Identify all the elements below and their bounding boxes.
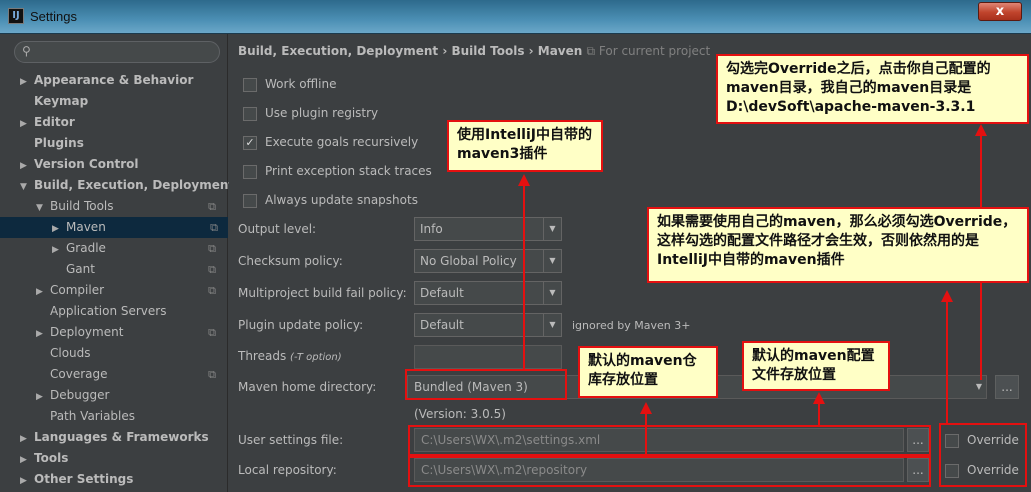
annotation-arrow xyxy=(813,392,825,425)
execute-goals-checkbox[interactable]: ✓ Execute goals recursively xyxy=(243,132,418,152)
sidebar-item-build-tools[interactable]: ▼ Build Tools ⧉ xyxy=(36,196,226,217)
copy-icon: ⧉ xyxy=(208,200,216,213)
dropdown-arrow-icon: ▼ xyxy=(543,218,561,240)
breadcrumb: Build, Execution, Deployment › Build Too… xyxy=(238,44,711,58)
sidebar-item-keymap[interactable]: Keymap xyxy=(34,91,88,112)
sidebar-item-editor[interactable]: ▶ Editor xyxy=(20,112,75,133)
always-update-checkbox[interactable]: Always update snapshots xyxy=(243,190,418,210)
sidebar-item-maven[interactable]: ▶ Maven ⧉ xyxy=(0,217,228,238)
copy-icon: ⧉ xyxy=(208,284,216,297)
sidebar-item-languages[interactable]: ▶ Languages & Frameworks xyxy=(20,427,209,448)
expand-arrow-icon: ▶ xyxy=(20,119,27,129)
sidebar-item-clouds[interactable]: Clouds xyxy=(50,343,91,364)
expand-arrow-icon: ▶ xyxy=(52,245,59,255)
expand-arrow-icon: ▶ xyxy=(52,224,59,234)
expand-arrow-icon: ▶ xyxy=(20,476,27,486)
annotation-arrow xyxy=(640,402,652,456)
annotation-arrow xyxy=(518,174,530,369)
expand-arrow-icon: ▶ xyxy=(36,392,43,402)
dropdown-arrow-icon: ▼ xyxy=(543,282,561,304)
plugin-update-note: ignored by Maven 3+ xyxy=(572,319,691,332)
sidebar-item-coverage[interactable]: Coverage ⧉ xyxy=(50,364,226,385)
annotation-note-top-right: 勾选完Override之后，点击你自己配置的maven目录，我自己的maven目… xyxy=(716,54,1029,124)
annotation-note-bundled: 使用IntelliJ中自带的maven3插件 xyxy=(447,120,603,172)
settings-sidebar: ⚲ ▶ Appearance & Behavior Keymap ▶ Editor … xyxy=(0,34,234,492)
expand-arrow-icon: ▶ xyxy=(20,161,27,171)
project-scope-label: ⧉ For current project xyxy=(586,44,711,58)
copy-icon: ⧉ xyxy=(208,242,216,255)
sidebar-item-version-control[interactable]: ▶ Version Control xyxy=(20,154,139,175)
copy-icon: ⧉ xyxy=(208,263,216,276)
bundled-highlight-box xyxy=(405,369,567,400)
window-title: Settings xyxy=(30,9,77,24)
repository-highlight-box xyxy=(408,456,931,487)
sidebar-item-application-servers[interactable]: Application Servers xyxy=(50,301,166,322)
sidebar-item-plugins[interactable]: Plugins xyxy=(34,133,84,154)
annotation-arrow xyxy=(941,290,953,423)
output-level-label: Output level: xyxy=(238,222,317,236)
expand-arrow-icon: ▶ xyxy=(20,434,27,444)
expand-arrow-icon: ▶ xyxy=(20,77,27,87)
sidebar-item-debugger[interactable]: ▶ Debugger xyxy=(36,385,226,406)
output-level-select[interactable]: Info ▼ xyxy=(414,217,562,241)
close-button[interactable]: x xyxy=(978,2,1022,21)
copy-icon: ⧉ xyxy=(208,368,216,381)
copy-icon: ⧉ xyxy=(208,326,216,339)
expand-arrow-icon: ▶ xyxy=(20,455,27,465)
sidebar-item-path-variables[interactable]: Path Variables xyxy=(50,406,135,427)
local-repository-label: Local repository: xyxy=(238,463,337,477)
override-highlight-box xyxy=(939,423,1027,487)
sidebar-item-build-execution[interactable]: ▼ Build, Execution, Deployment xyxy=(20,175,234,196)
checksum-policy-select[interactable]: No Global Policy ▼ xyxy=(414,249,562,273)
intellij-app-icon: IJ xyxy=(8,8,24,24)
dropdown-arrow-icon: ▼ xyxy=(543,314,561,336)
collapse-arrow-icon: ▼ xyxy=(36,203,43,213)
sidebar-item-other-settings[interactable]: ▶ Other Settings xyxy=(20,469,133,490)
work-offline-checkbox[interactable]: Work offline xyxy=(243,74,336,94)
maven-home-label: Maven home directory: xyxy=(238,380,377,394)
sidebar-item-tools[interactable]: ▶ Tools xyxy=(20,448,68,469)
annotation-note-settings: 默认的maven配置文件存放位置 xyxy=(742,341,890,391)
annotation-note-repository: 默认的maven仓库存放位置 xyxy=(578,346,718,398)
expand-arrow-icon: ▶ xyxy=(36,287,43,297)
title-bar: IJ Settings x xyxy=(0,0,1031,34)
settings-highlight-box xyxy=(408,425,931,456)
maven-version-label: (Version: 3.0.5) xyxy=(414,407,506,421)
use-plugin-registry-checkbox[interactable]: Use plugin registry xyxy=(243,103,378,123)
search-icon: ⚲ xyxy=(22,44,31,58)
sidebar-item-compiler[interactable]: ▶ Compiler ⧉ xyxy=(36,280,226,301)
expand-arrow-icon: ▶ xyxy=(36,329,43,339)
sidebar-item-deployment[interactable]: ▶ Deployment ⧉ xyxy=(36,322,226,343)
sidebar-item-gradle[interactable]: ▶ Gradle ⧉ xyxy=(52,238,226,259)
multiproject-policy-label: Multiproject build fail policy: xyxy=(238,286,407,300)
checksum-policy-label: Checksum policy: xyxy=(238,254,343,268)
multiproject-policy-select[interactable]: Default ▼ xyxy=(414,281,562,305)
print-exception-checkbox[interactable]: Print exception stack traces xyxy=(243,161,432,181)
threads-label: Threads (-T option) xyxy=(238,349,342,363)
collapse-arrow-icon: ▼ xyxy=(20,182,27,192)
annotation-note-override: 如果需要使用自己的maven，那么必须勾选Override，这样勾选的配置文件路… xyxy=(647,207,1029,283)
dropdown-arrow-icon: ▼ xyxy=(543,250,561,272)
plugin-update-policy-select[interactable]: Default ▼ xyxy=(414,313,562,337)
search-input[interactable]: ⚲ xyxy=(14,41,220,63)
sidebar-item-appearance[interactable]: ▶ Appearance & Behavior xyxy=(20,70,193,91)
plugin-update-policy-label: Plugin update policy: xyxy=(238,318,364,332)
maven-home-browse-button[interactable]: ... xyxy=(995,375,1019,399)
user-settings-label: User settings file: xyxy=(238,433,344,447)
copy-icon: ⧉ xyxy=(210,221,218,234)
threads-input[interactable] xyxy=(414,345,562,369)
sidebar-item-gant[interactable]: Gant ⧉ xyxy=(66,259,226,280)
